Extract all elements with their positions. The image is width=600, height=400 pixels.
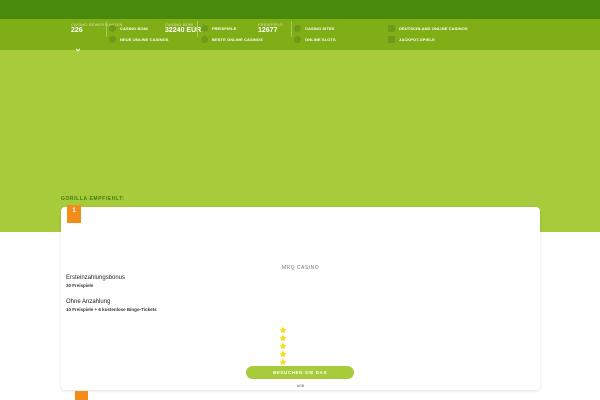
recommend-heading: GORILLA EMPFIEHLT:	[61, 196, 125, 202]
bonus-title: Ohne Anzahlung	[66, 299, 111, 305]
casino-card: 1 MRQ CASINO Ersteinzahlungsbonus 30 Fre…	[61, 205, 540, 390]
stat-divider	[197, 21, 198, 37]
nav-label: Jackpot-Spiele	[399, 36, 435, 42]
stat-divider	[106, 21, 107, 37]
rank-number: 1	[72, 208, 76, 214]
stat-divider	[291, 21, 292, 37]
star-icon	[279, 334, 287, 342]
stat-freespins: Freispiele 12677	[258, 22, 283, 35]
stat-freespins-value: 12677	[258, 27, 278, 34]
new-badge-icon	[109, 35, 116, 43]
bonus-detail: 30 Freispiele	[66, 283, 94, 288]
nav-label: Casino Sites	[305, 25, 335, 31]
jackpot-icon	[388, 35, 395, 43]
nav-deutschland-online-casinos[interactable]: Deutschland Online Casinos	[388, 24, 468, 32]
next-rank-badge	[75, 391, 88, 400]
bonus-detail: 10 Freispiele + 6 kostenlose Bingo-Ticke…	[66, 307, 157, 312]
star-icon	[279, 342, 287, 350]
top-header-strip	[0, 0, 600, 19]
globe-icon	[294, 24, 301, 32]
nav-jackpot-spiele[interactable]: Jackpot-Spiele	[388, 35, 435, 43]
nav-label: Online Slots	[305, 36, 336, 42]
germany-flag-icon	[388, 24, 395, 32]
visit-casino-button[interactable]: BESUCHEN SIE DAS	[246, 366, 354, 379]
terms-link[interactable]: AGB	[61, 384, 540, 388]
gift-icon	[201, 24, 208, 32]
nav-label: Deutschland Online Casinos	[399, 25, 468, 31]
chevron-down-icon[interactable]	[75, 47, 81, 53]
nav-label: Freispiele	[212, 25, 237, 31]
rank-badge: 1	[67, 205, 81, 223]
hero-background	[0, 50, 600, 232]
trophy-icon	[201, 35, 208, 43]
slot-machine-icon	[294, 35, 301, 43]
star-icon	[279, 350, 287, 358]
rating-stars	[279, 326, 287, 366]
nav-casino-boni[interactable]: Casino Boni	[109, 24, 148, 32]
nav-label: Beste Online Casinos	[212, 36, 263, 42]
nav-freispiele[interactable]: Freispiele	[201, 24, 236, 32]
casino-chip-icon	[109, 24, 116, 32]
nav-label: Neue Online Casinos	[120, 36, 169, 42]
star-icon	[279, 358, 287, 366]
nav-neue-online-casinos[interactable]: Neue Online Casinos	[109, 35, 169, 43]
bonus-title: Ersteinzahlungsbonus	[66, 275, 126, 281]
star-icon	[279, 326, 287, 334]
nav-casino-sites[interactable]: Casino Sites	[294, 24, 334, 32]
nav-label: Casino Boni	[120, 25, 148, 31]
nav-beste-online-casinos[interactable]: Beste Online Casinos	[201, 35, 263, 43]
casino-name: MRQ CASINO	[281, 265, 320, 271]
nav-online-slots[interactable]: Online Slots	[294, 35, 336, 43]
